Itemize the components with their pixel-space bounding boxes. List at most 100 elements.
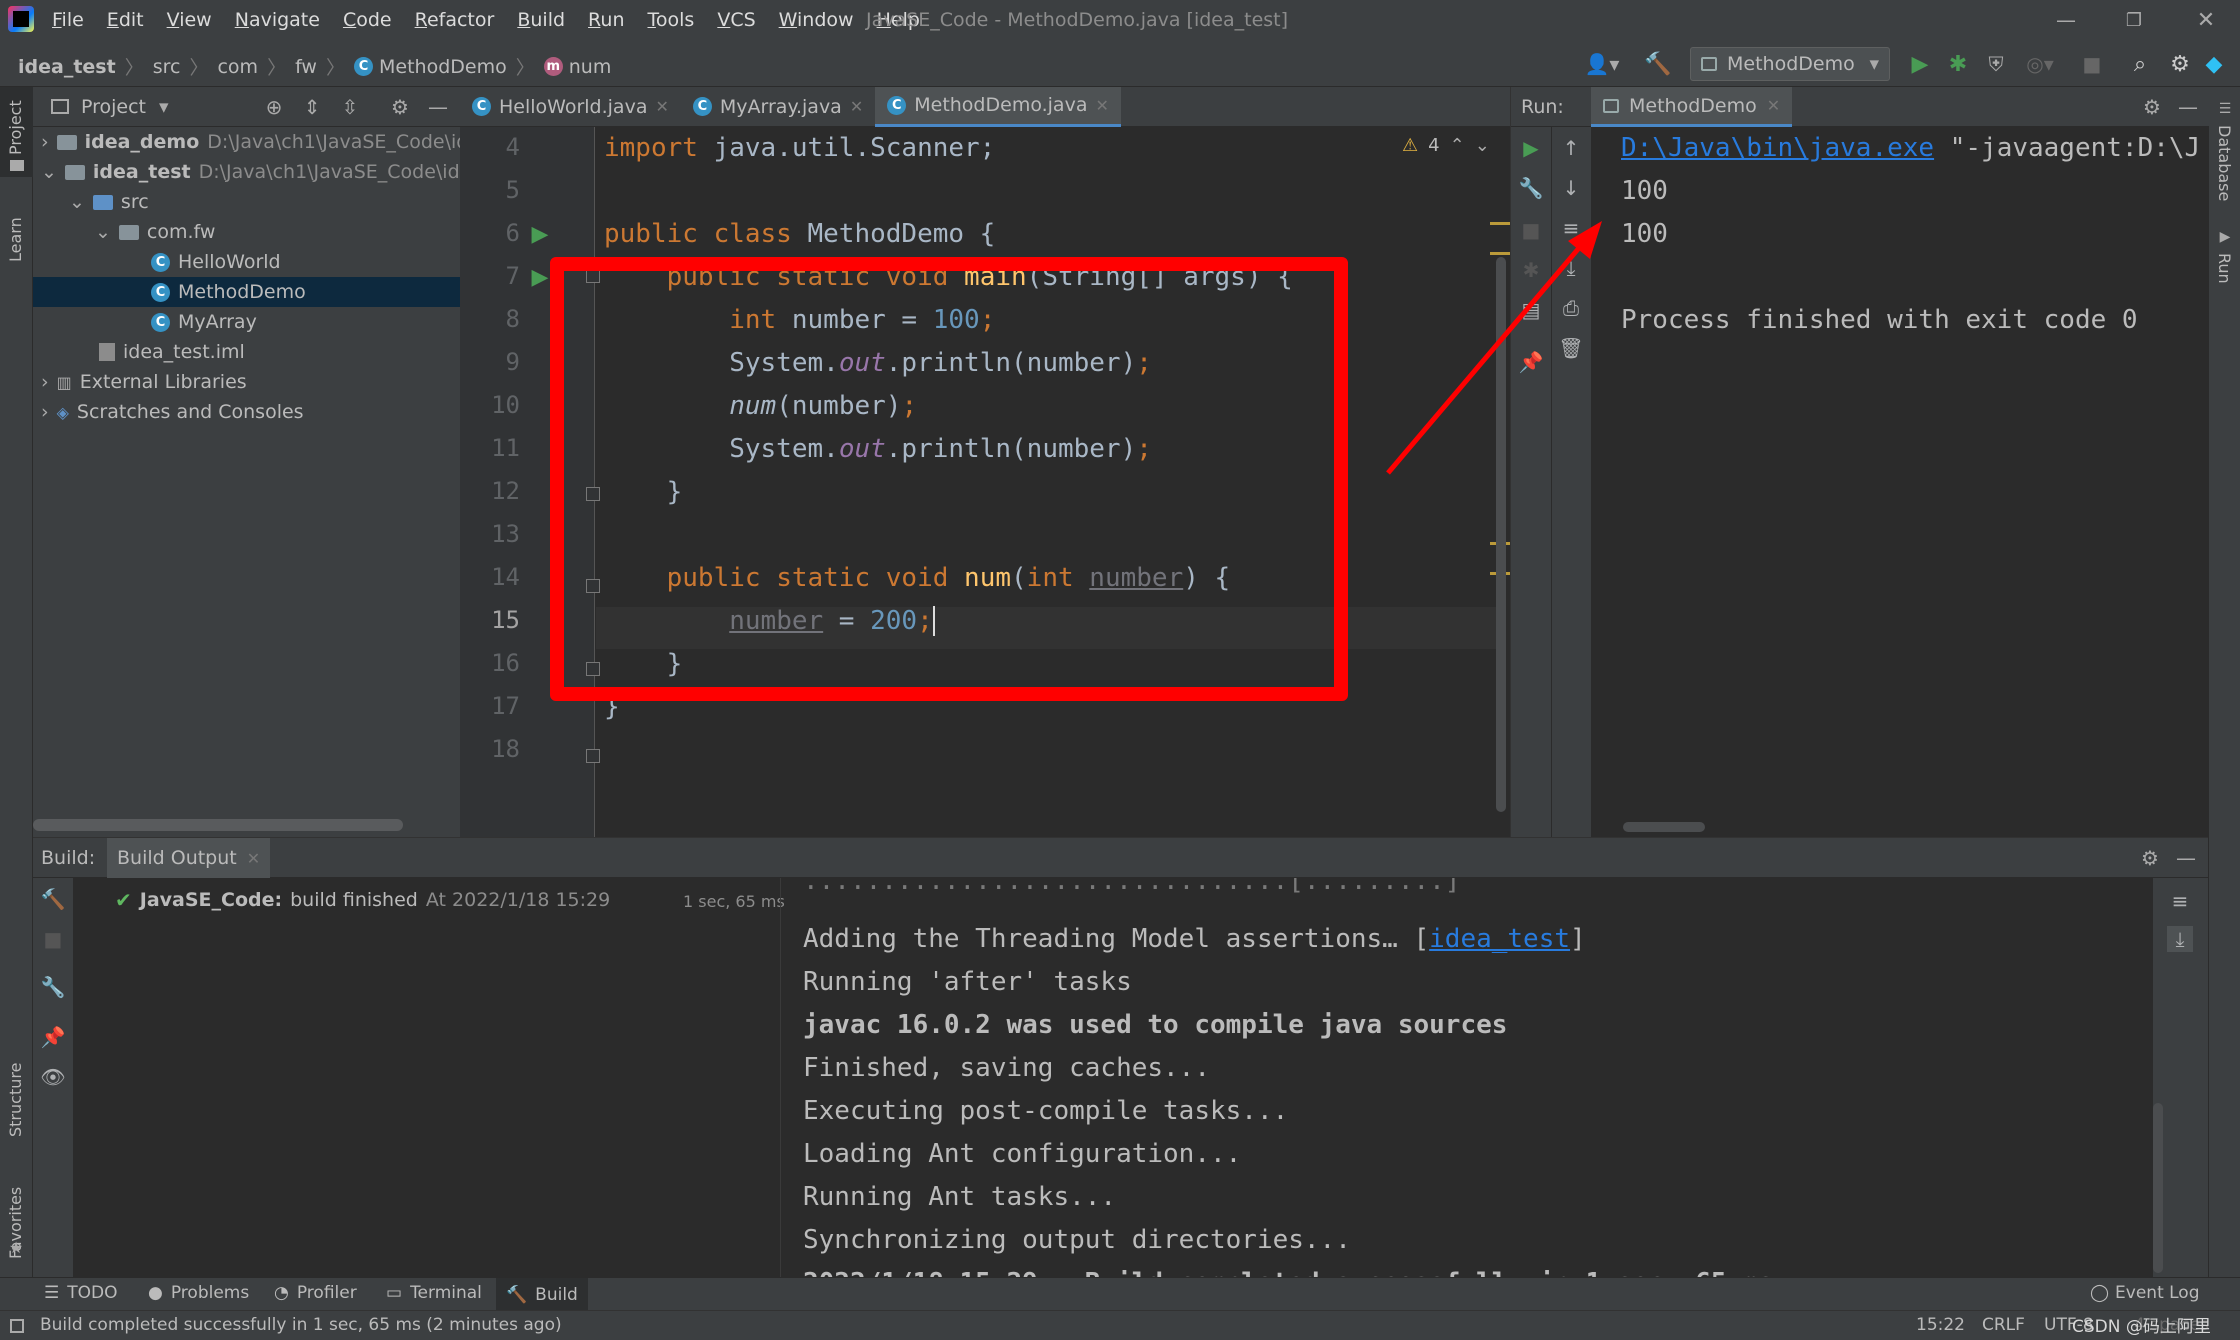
tab-methoddemo[interactable]: C MethodDemo.java ✕	[875, 86, 1121, 127]
close-window-icon[interactable]: ✕	[2192, 6, 2220, 34]
tree-item-idea-demo[interactable]: › idea_demo D:\Java\ch1\JavaSE_Code\idea	[41, 127, 492, 157]
stop-icon[interactable]: ■	[40, 926, 66, 952]
menu-window[interactable]: Window	[779, 9, 854, 31]
scroll-to-end-icon[interactable]: ⤓	[2167, 926, 2193, 952]
pin-icon[interactable]: 📌	[40, 1024, 66, 1050]
menu-edit[interactable]: Edit	[107, 9, 144, 31]
tab-terminal[interactable]: ▭ Terminal	[386, 1283, 482, 1303]
project-tool-label[interactable]: Project	[6, 95, 25, 155]
arrow-up-icon[interactable]: ↑	[1558, 135, 1584, 161]
build-hammer-icon[interactable]: 🔨	[40, 886, 66, 912]
breadcrumb-fw[interactable]: fw	[295, 56, 317, 78]
hide-icon[interactable]: —	[425, 94, 451, 120]
idea-test-link[interactable]: idea_test	[1429, 924, 1570, 954]
tree-item-methoddemo[interactable]: C MethodDemo	[33, 277, 460, 307]
tree-item-scratches[interactable]: › ◈ Scratches and Consoles	[41, 397, 304, 427]
profile-icon[interactable]: ◎▾	[2020, 50, 2060, 78]
tree-item-package[interactable]: ⌄ com.fw	[95, 217, 215, 247]
menu-view[interactable]: View	[167, 9, 212, 31]
breadcrumb-class[interactable]: MethodDemo	[379, 56, 507, 78]
restore-icon[interactable]: ❐	[2120, 6, 2148, 34]
database-tool-label[interactable]: Database	[2215, 125, 2234, 225]
tree-item-helloworld[interactable]: C HelloWorld	[151, 247, 281, 277]
chevron-down-icon[interactable]: ⌄	[1475, 135, 1490, 156]
minimize-icon[interactable]: —	[2052, 6, 2080, 34]
line-separator[interactable]: CRLF	[1982, 1315, 2025, 1335]
fold-icon[interactable]	[586, 749, 600, 763]
build-log[interactable]: ...............................[........…	[803, 878, 2183, 1278]
build-tree-item[interactable]: ✔ JavaSE_Code: build finished At 2022/1/…	[115, 888, 610, 912]
run-tool-label[interactable]: Run	[2215, 253, 2234, 303]
java-exe-link[interactable]: D:\Java\bin\java.exe	[1621, 133, 1934, 163]
learn-tool-label[interactable]: Learn	[6, 202, 25, 262]
settings-icon[interactable]: ⚙	[2166, 50, 2194, 78]
arrow-down-icon[interactable]: ↓	[1558, 175, 1584, 201]
build-output-tab[interactable]: Build Output ✕	[107, 838, 271, 878]
menu-vcs[interactable]: VCS	[717, 9, 755, 31]
inspection-widget[interactable]: ⚠ 4 ⌃ ⌄	[1402, 135, 1490, 156]
stop-icon[interactable]: ■	[2078, 50, 2106, 78]
breadcrumb-project[interactable]: idea_test	[18, 56, 116, 78]
tree-item-src[interactable]: ⌄ src	[69, 187, 149, 217]
menu-run[interactable]: Run	[588, 9, 624, 31]
wrench-icon[interactable]: 🔧	[40, 974, 66, 1000]
horizontal-scrollbar[interactable]	[1623, 822, 1705, 832]
vertical-scrollbar[interactable]	[2153, 1103, 2163, 1273]
console-output[interactable]: D:\Java\bin\java.exe "-javaagent:D:\J 10…	[1621, 127, 2209, 827]
breadcrumb-method[interactable]: num	[569, 56, 612, 78]
rerun-icon[interactable]: ▶	[1518, 135, 1544, 161]
tab-myarray[interactable]: C MyArray.java ✕	[681, 87, 875, 127]
collapse-all-icon[interactable]: ⇳	[337, 94, 363, 120]
menu-tools[interactable]: Tools	[648, 9, 695, 31]
toolbox-icon[interactable]: ◆	[2200, 50, 2228, 78]
hide-icon[interactable]: —	[2173, 845, 2199, 871]
close-tab-icon[interactable]: ✕	[1095, 96, 1108, 115]
close-tab-icon[interactable]: ✕	[1767, 96, 1780, 115]
tab-todo[interactable]: ☰ TODO	[44, 1283, 118, 1303]
run-config-select[interactable]: MethodDemo ▾	[1690, 47, 1890, 81]
event-log-tab[interactable]: ◯ Event Log	[2090, 1283, 2200, 1303]
locate-icon[interactable]: ⊕	[261, 94, 287, 120]
menu-code[interactable]: Code	[343, 9, 392, 31]
gear-icon[interactable]: ⚙	[2137, 845, 2163, 871]
tab-build[interactable]: 🔨 Build	[496, 1278, 588, 1311]
menu-file[interactable]: File	[52, 9, 84, 31]
run-gutter-icon[interactable]: ▶	[528, 222, 552, 247]
close-tab-icon[interactable]: ✕	[247, 849, 260, 868]
close-tab-icon[interactable]: ✕	[850, 97, 863, 116]
toggle-tool-windows-icon[interactable]	[10, 1319, 24, 1333]
structure-tool-label[interactable]: Structure	[6, 1037, 25, 1137]
hide-icon[interactable]: —	[2175, 94, 2201, 120]
tab-helloworld[interactable]: C HelloWorld.java ✕	[460, 87, 681, 127]
soft-wrap-icon[interactable]: ≡	[2167, 888, 2193, 914]
chevron-down-icon[interactable]: ▾	[159, 96, 169, 118]
gear-icon[interactable]: ⚙	[2139, 94, 2165, 120]
gear-icon[interactable]: ⚙	[387, 94, 413, 120]
menu-build[interactable]: Build	[517, 9, 565, 31]
tab-profiler[interactable]: ◔ Profiler	[274, 1283, 357, 1303]
menu-refactor[interactable]: Refactor	[415, 9, 495, 31]
breadcrumb-src[interactable]: src	[153, 56, 181, 78]
tree-item-iml[interactable]: idea_test.iml	[99, 337, 245, 367]
search-icon[interactable]: ⌕	[2126, 50, 2154, 78]
tree-item-idea-test[interactable]: ⌄ idea_test D:\Java\ch1\JavaSE_Code\idea…	[41, 157, 500, 187]
horizontal-scrollbar[interactable]	[33, 819, 403, 831]
caret-position[interactable]: 15:22	[1916, 1315, 1965, 1335]
run-gutter-icon[interactable]: ▶	[528, 265, 552, 290]
breadcrumb-com[interactable]: com	[217, 56, 258, 78]
run-icon[interactable]: ▶	[1906, 50, 1934, 78]
expand-all-icon[interactable]: ⇕	[299, 94, 325, 120]
project-panel-title[interactable]: Project	[81, 96, 146, 118]
menu-navigate[interactable]: Navigate	[235, 9, 320, 31]
wrench-icon[interactable]: 🔧	[1518, 175, 1544, 201]
tree-item-external-libraries[interactable]: › ▥ External Libraries	[41, 367, 247, 397]
build-hammer-icon[interactable]: 🔨	[1644, 50, 1672, 78]
run-tab[interactable]: MethodDemo ✕	[1591, 87, 1793, 127]
eye-icon[interactable]: 👁	[40, 1064, 66, 1090]
user-icon[interactable]: 👤▾	[1584, 50, 1620, 78]
coverage-icon[interactable]: ⛨	[1982, 50, 2010, 78]
tree-item-myarray[interactable]: C MyArray	[151, 307, 257, 337]
debug-icon[interactable]: ✱	[1944, 50, 1972, 78]
tab-problems[interactable]: ● Problems	[148, 1283, 249, 1303]
close-tab-icon[interactable]: ✕	[655, 97, 668, 116]
